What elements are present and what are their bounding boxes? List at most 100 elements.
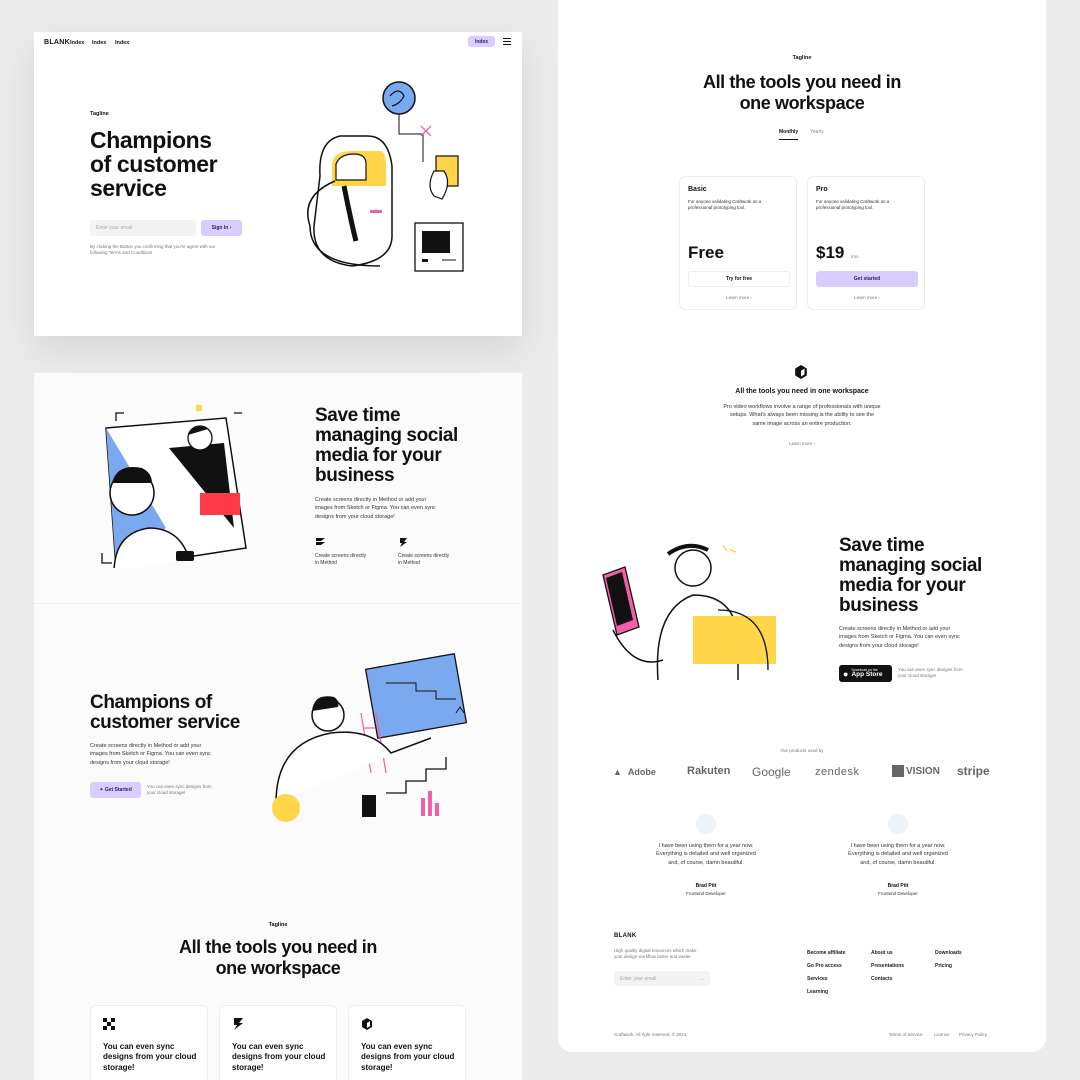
tool-card-text: You can even sync designs from your clou…: [361, 1042, 455, 1072]
avatar: [696, 814, 716, 834]
champions-title: Champions of customer service: [90, 692, 240, 733]
menu-icon[interactable]: [503, 38, 511, 45]
nav-link-index-2[interactable]: Index: [92, 40, 106, 46]
get-started-button[interactable]: Get started: [816, 271, 918, 287]
logo-google: Google: [752, 765, 791, 779]
learn-more-link[interactable]: Learn more ›: [808, 295, 926, 301]
hero-section: BLANK Index Index Index Index Tagline Ch…: [34, 32, 522, 336]
pricing-title: All the tools you need in one workspace: [702, 72, 901, 113]
plan-desc: For anyone validating Craftwork as a pro…: [688, 199, 762, 211]
arrow-right-icon[interactable]: →: [699, 976, 704, 982]
plan-desc: For anyone validating Craftwork as a pro…: [816, 199, 890, 211]
footer-link-downloads[interactable]: Downloads: [935, 950, 962, 956]
champions-body: Create screens directly in Method or add…: [90, 743, 211, 766]
vision-icon: [892, 765, 904, 777]
apple-icon: ●: [843, 668, 849, 679]
footer-link-presentations[interactable]: Presentations: [871, 963, 904, 969]
tools-tagline: Tagline: [268, 922, 288, 928]
footer-link-pro[interactable]: Go Pro access: [807, 963, 842, 969]
cube-icon: [795, 365, 807, 379]
workspace-learn-more[interactable]: Learn more ›: [558, 441, 1046, 447]
tool-card-1: You can even sync designs from your clou…: [90, 1005, 208, 1080]
hero-title: Champions of customer service: [90, 127, 218, 202]
testimonial-role: Frontend Developer: [878, 891, 918, 896]
footer-link-pricing[interactable]: Pricing: [935, 963, 952, 969]
nav-link-index-3[interactable]: Index: [115, 40, 129, 46]
footer-desc: High quality digital resources which mak…: [614, 948, 697, 960]
adobe-icon: ▲: [613, 767, 622, 777]
footer-link-contacts[interactable]: Contacts: [871, 976, 892, 982]
logo-vision: VISION: [892, 765, 940, 777]
tools-title: All the tools you need in one workspace: [178, 937, 377, 978]
workspace-body: Pro video workflows involve a range of p…: [723, 404, 881, 427]
footer-link-about[interactable]: About us: [871, 950, 893, 956]
social-media-illustration: [101, 405, 247, 568]
learn-more-link[interactable]: Learn more ›: [680, 295, 798, 301]
legal-license[interactable]: License: [934, 1032, 950, 1038]
robot-illustration: [307, 81, 464, 272]
tool-card-text: You can even sync designs from your clou…: [232, 1042, 326, 1072]
footer-brand[interactable]: BLANK: [614, 933, 637, 939]
reader-illustration: [602, 543, 776, 680]
try-free-button[interactable]: Try for free: [688, 271, 790, 287]
landing-sections: Save time managing social media for your…: [34, 373, 522, 1080]
plan-name: Basic: [688, 186, 707, 193]
get-started-button[interactable]: ✦ Get Started: [90, 782, 141, 798]
tool-card-3: You can even sync designs from your clou…: [348, 1005, 466, 1080]
signin-button[interactable]: Sign In ›: [201, 220, 242, 236]
social-feature-1: Create screens directly in Method: [315, 553, 367, 566]
social-title: Save time managing social media for your…: [315, 405, 458, 486]
section-divider: [34, 603, 522, 604]
champions-note: You can even sync designs from your clou…: [147, 784, 212, 796]
social2-body: Create screens directly in Method or add…: [839, 626, 960, 649]
nav-button[interactable]: Index: [468, 36, 495, 47]
sparkle-icon: ✦: [99, 787, 104, 793]
tab-yearly[interactable]: Yearly: [810, 129, 824, 135]
testimonial-quote: I have been using them for a year now. E…: [656, 843, 756, 866]
plan-card-basic: Basic For anyone validating Craftwork as…: [679, 176, 797, 310]
growth-illustration: [272, 653, 468, 822]
social-feature-2: Create screens directly in Method: [398, 553, 450, 566]
testimonial-role: Frontend Developer: [686, 891, 726, 896]
app-store-button[interactable]: ● Download on the App Store: [839, 665, 892, 682]
footer-link-services[interactable]: Services: [807, 976, 828, 982]
workspace-title: All the tools you need in one workspace: [735, 388, 869, 395]
social2-title: Save time managing social media for your…: [839, 535, 982, 616]
footer-link-affiliate[interactable]: Become affiliate: [807, 950, 845, 956]
testimonial-name: Brad Pitt: [695, 883, 717, 889]
legal-privacy[interactable]: Privacy Policy: [959, 1032, 987, 1038]
footer-link-learning[interactable]: Learning: [807, 989, 828, 995]
tool-card-text: You can even sync designs from your clou…: [103, 1042, 197, 1072]
plan-price-unit: /mo: [851, 254, 859, 259]
email-input[interactable]: Enter your email: [90, 220, 196, 236]
testimonial-quote: I have been using them for a year now. E…: [848, 843, 948, 866]
footer-email-input[interactable]: Enter your email →: [614, 971, 710, 986]
testimonial-name: Brad Pitt: [887, 883, 909, 889]
nav-link-index-1[interactable]: Index: [70, 40, 84, 46]
cube-icon: [362, 1018, 372, 1030]
checker-icon: [103, 1018, 115, 1030]
logo-adobe: ▲ Adobe: [613, 767, 656, 777]
logo-rakuten: Rakuten: [687, 765, 731, 777]
pricing-tagline: Tagline: [792, 55, 812, 61]
plan-price: $19: [816, 243, 845, 262]
plan-card-pro: Pro For anyone validating Craftwork as a…: [807, 176, 925, 310]
right-page: Tagline All the tools you need in one wo…: [558, 0, 1046, 1052]
brand-logo[interactable]: BLANK: [44, 39, 70, 46]
products-caption: Our products used by: [780, 748, 824, 753]
avatar: [888, 814, 908, 834]
bolt-icon: [234, 1018, 243, 1030]
layers-icon: [315, 535, 326, 546]
plan-price: Free: [688, 243, 724, 262]
copyright: Craftwork. All right reserved. © 2021: [614, 1032, 687, 1037]
tool-card-2: You can even sync designs from your clou…: [219, 1005, 337, 1080]
plan-name: Pro: [816, 186, 828, 193]
social-body: Create screens directly in Method or add…: [315, 497, 436, 520]
logo-stripe: stripe: [957, 764, 990, 778]
logo-zendesk: zendesk: [815, 766, 860, 778]
tab-monthly[interactable]: Monthly: [779, 129, 799, 140]
hero-tagline: Tagline: [90, 111, 109, 117]
chevron-right-icon: ›: [229, 225, 232, 231]
bolt-icon: [398, 535, 409, 547]
legal-terms[interactable]: Terms of Service: [889, 1032, 923, 1038]
